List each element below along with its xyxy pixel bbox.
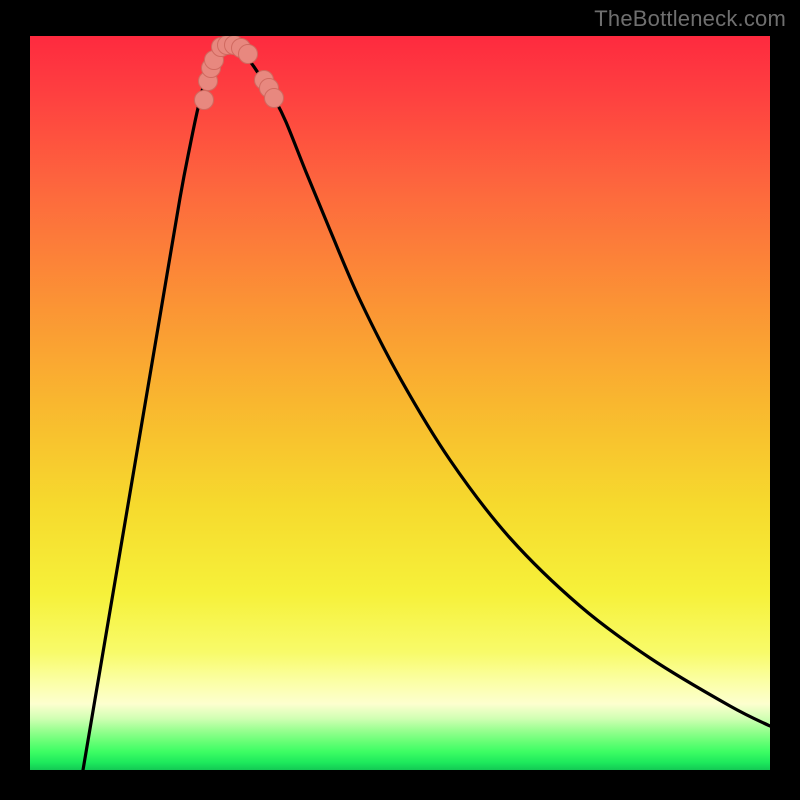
viewport: TheBottleneck.com bbox=[0, 0, 800, 800]
chart-plot-area bbox=[30, 36, 770, 770]
left-cluster-marker bbox=[195, 91, 214, 110]
watermark-text: TheBottleneck.com bbox=[594, 6, 786, 32]
marker-cluster bbox=[195, 36, 284, 110]
bottleneck-curve bbox=[83, 43, 770, 770]
valley-marker bbox=[239, 45, 258, 64]
bottleneck-curve-svg bbox=[30, 36, 770, 770]
right-cluster-marker bbox=[265, 89, 284, 108]
